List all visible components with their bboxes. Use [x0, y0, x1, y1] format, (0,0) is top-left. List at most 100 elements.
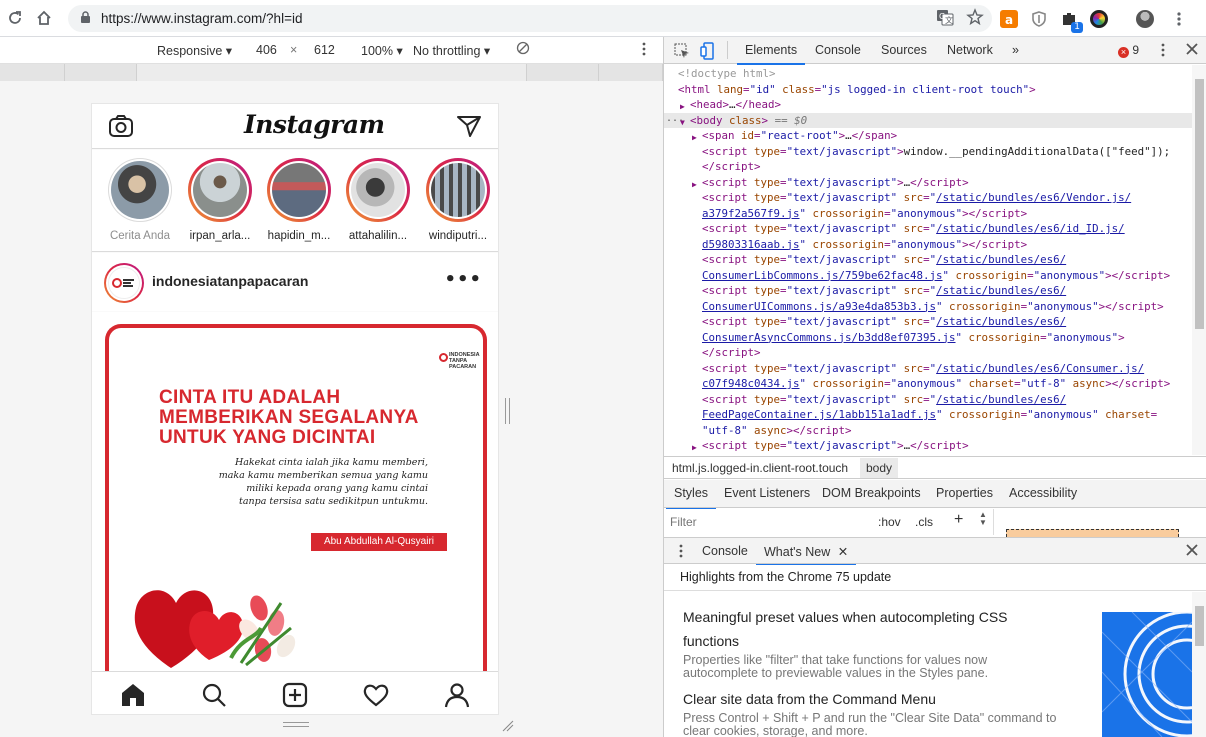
story-own[interactable]: Cerita Anda: [101, 158, 179, 242]
dom-node-line[interactable]: <script type="text/javascript" src="/sta…: [702, 392, 1066, 408]
new-post-icon[interactable]: [282, 682, 308, 708]
story-item[interactable]: attahalilin...: [339, 158, 417, 242]
dom-node-line[interactable]: "utf-8" async></script>: [702, 423, 852, 439]
shield-icon[interactable]: [1030, 10, 1048, 28]
reload-icon[interactable]: [1, 4, 29, 32]
expand-triangle-icon[interactable]: ▶: [692, 130, 697, 146]
more-tabs-icon[interactable]: »: [1012, 43, 1019, 57]
breadcrumb-item-html[interactable]: html.js.logged-in.client-root.touch: [672, 461, 848, 475]
shopping-bag-icon[interactable]: a: [1000, 9, 1018, 28]
device-select[interactable]: Responsive ▾: [157, 43, 232, 58]
dom-node-line[interactable]: <head>…</head>: [690, 97, 781, 113]
camera-icon[interactable]: [108, 114, 134, 141]
avatar[interactable]: [1136, 9, 1154, 28]
home-icon[interactable]: [120, 682, 146, 708]
translate-icon[interactable]: G文: [936, 8, 954, 29]
add-rule-icon[interactable]: +: [954, 511, 963, 529]
whats-new-scrollbar[interactable]: [1192, 592, 1206, 737]
zoom-select[interactable]: 100% ▾: [361, 43, 403, 58]
dom-node-line[interactable]: <script type="text/javascript" src="/sta…: [702, 190, 1131, 206]
dom-node-line[interactable]: <script type="text/javascript" src="/sta…: [702, 221, 1125, 237]
close-devtools-icon[interactable]: [1185, 42, 1199, 59]
dom-scrollbar[interactable]: [1192, 65, 1206, 455]
instagram-logo[interactable]: Instagram: [244, 110, 385, 139]
dom-node-line[interactable]: c07f948c0434.js" crossorigin="anonymous"…: [702, 376, 1170, 392]
post-username[interactable]: indonesiatanpapacaran: [152, 273, 308, 289]
viewport-resize-handle-right[interactable]: [505, 398, 510, 424]
viewport-resize-corner-icon[interactable]: [502, 720, 514, 732]
story-item[interactable]: hapidin_m...: [260, 158, 338, 242]
tab-console[interactable]: Console: [815, 43, 861, 57]
story-item[interactable]: windiputri...: [419, 158, 497, 242]
dom-node-line[interactable]: <script type="text/javascript">window.__…: [702, 144, 1170, 160]
dom-node-line[interactable]: a379f2a567f9.js" crossorigin="anonymous"…: [702, 206, 1027, 222]
extension-icon[interactable]: 1: [1060, 10, 1083, 33]
device-menu-icon[interactable]: [641, 41, 647, 60]
whats-new-title[interactable]: Meaningful preset values when autocomple…: [683, 609, 1008, 625]
tab-properties[interactable]: Properties: [936, 486, 993, 500]
drawer-menu-icon[interactable]: [678, 543, 684, 562]
height-input[interactable]: 612: [314, 43, 335, 57]
dom-node-line[interactable]: <script type="text/javascript" src="/sta…: [702, 283, 1066, 299]
search-icon[interactable]: [201, 682, 227, 708]
dom-node-line[interactable]: FeedPageContainer.js/1abb151a1adf.js" cr…: [702, 407, 1157, 423]
dom-node-line[interactable]: </script>: [702, 345, 761, 361]
devtools-menu-icon[interactable]: [1160, 42, 1166, 61]
width-input[interactable]: 406: [256, 43, 277, 57]
dom-node-line[interactable]: <span id="react-root">…</span>: [702, 128, 897, 144]
dom-node-line[interactable]: d59803316aab.js" crossorigin="anonymous"…: [702, 237, 1027, 253]
post-avatar[interactable]: [104, 263, 144, 303]
star-icon[interactable]: [966, 8, 984, 29]
tab-styles[interactable]: Styles: [665, 486, 717, 510]
dom-node-line[interactable]: ConsumerUICommons.js/a93e4da853b3.js" cr…: [702, 299, 1164, 315]
dom-node-line[interactable]: <script type="text/javascript">…</script…: [702, 175, 969, 191]
color-wheel-icon[interactable]: [1090, 9, 1108, 28]
viewport-resize-handle-bottom[interactable]: [283, 722, 309, 727]
device-toggle-icon[interactable]: [700, 42, 716, 63]
heart-icon[interactable]: [363, 682, 389, 708]
story-item[interactable]: irpan_arla...: [181, 158, 259, 242]
address-bar[interactable]: https://www.instagram.com/?hl=id G文: [68, 5, 992, 32]
collapse-triangle-icon[interactable]: ▼: [680, 115, 685, 131]
scroll-arrows-icon[interactable]: ▲ ▼: [979, 511, 987, 527]
throttle-select[interactable]: No throttling ▾: [413, 43, 490, 58]
tab-accessibility[interactable]: Accessibility: [1009, 486, 1077, 500]
dom-node-line[interactable]: <script type="text/javascript" src="/sta…: [702, 252, 1066, 268]
home-icon[interactable]: [30, 4, 58, 32]
expand-triangle-icon[interactable]: ▶: [692, 177, 697, 193]
close-tab-icon[interactable]: ✕: [838, 545, 848, 559]
dom-node-line[interactable]: <html lang="id" class="js logged-in clie…: [678, 82, 1036, 98]
tab-elements[interactable]: Elements: [736, 43, 806, 65]
breadcrumb-item-body[interactable]: body: [860, 458, 899, 478]
dom-node-line[interactable]: <body class> == $0: [690, 113, 807, 129]
whats-new-title[interactable]: functions: [683, 633, 739, 649]
dom-node-line[interactable]: </script>: [702, 159, 761, 175]
tab-event-listeners[interactable]: Event Listeners: [724, 486, 810, 500]
error-counter[interactable]: × 9: [1118, 43, 1139, 58]
media-query-ruler[interactable]: [0, 64, 663, 81]
cls-toggle[interactable]: .cls: [915, 515, 933, 529]
dom-node-line[interactable]: ConsumerAsyncCommons.js/b3dd8ef07395.js"…: [702, 330, 1125, 346]
tab-sources[interactable]: Sources: [881, 43, 927, 57]
post-image[interactable]: INDONESIA TANPA PACARAN CINTA ITU ADALAH…: [92, 312, 498, 684]
hov-toggle[interactable]: :hov: [878, 515, 901, 529]
rotate-icon[interactable]: [516, 41, 530, 58]
drawer-tab-console[interactable]: Console: [702, 544, 748, 558]
inspect-element-icon[interactable]: [674, 43, 690, 62]
tab-dom-breakpoints[interactable]: DOM Breakpoints: [822, 486, 921, 500]
dom-node-line[interactable]: <script type="text/javascript" src="/sta…: [702, 361, 1144, 377]
styles-filter-input[interactable]: [670, 512, 870, 532]
dom-node-line[interactable]: ConsumerLibCommons.js/759be62fac48.js" c…: [702, 268, 1170, 284]
dom-tree[interactable]: <!doctype html> <html lang="id" class="js…: [664, 65, 1192, 455]
close-drawer-icon[interactable]: [1185, 543, 1199, 560]
whats-new-title[interactable]: Clear site data from the Command Menu: [683, 691, 936, 707]
dom-node-line[interactable]: <!doctype html>: [678, 66, 776, 82]
menu-dots-icon[interactable]: [1170, 10, 1188, 28]
drawer-tab-whats-new[interactable]: What's New ✕: [755, 544, 857, 566]
profile-icon[interactable]: [444, 682, 470, 708]
dom-node-line[interactable]: <script type="text/javascript">…</script…: [702, 438, 969, 454]
direct-message-icon[interactable]: [456, 114, 482, 141]
more-options-icon[interactable]: •••: [444, 269, 482, 290]
expand-triangle-icon[interactable]: ▶: [692, 440, 697, 455]
dom-node-line[interactable]: <script type="text/javascript" src="/sta…: [702, 314, 1066, 330]
